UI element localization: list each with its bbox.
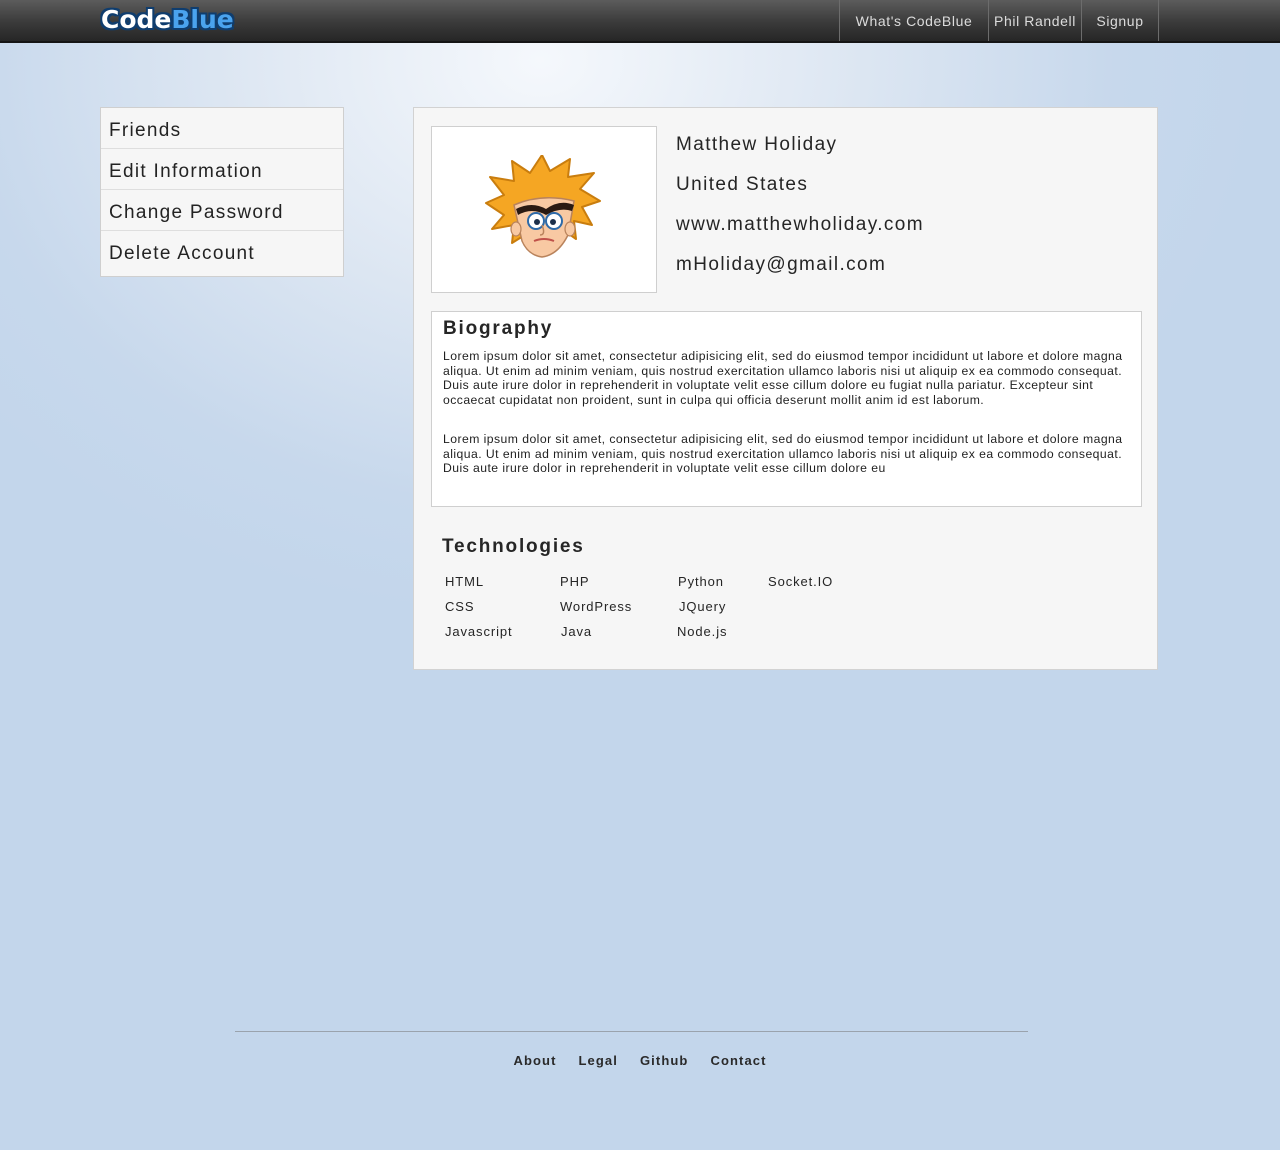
tech-item-wordpress: WordPress (560, 599, 633, 614)
profile-name: Matthew Holiday (676, 134, 838, 155)
footer-nav: About Legal Github Contact (0, 1053, 1280, 1068)
footer-link-contact[interactable]: Contact (710, 1053, 766, 1068)
sidebar-item-change-password[interactable]: Change Password (101, 190, 343, 231)
sidebar-item-friends[interactable]: Friends (101, 108, 343, 149)
profile-website[interactable]: www.matthewholiday.com (676, 214, 924, 236)
account-sidebar: Friends Edit Information Change Password… (100, 107, 344, 277)
tech-item-javascript: Javascript (445, 624, 513, 639)
nav-user-phil-randell[interactable]: Phil Randell (988, 0, 1081, 41)
profile-country: United States (676, 174, 809, 195)
tech-item-css: CSS (445, 599, 475, 614)
technologies-heading: Technologies (442, 536, 585, 557)
tech-item-jquery: JQuery (679, 599, 727, 614)
tech-item-python: Python (678, 574, 724, 589)
profile-panel: Matthew Holiday United States www.matthe… (413, 107, 1158, 670)
top-navbar: CodeBlue What's CodeBlue Phil Randell Si… (0, 0, 1280, 43)
profile-email[interactable]: mHoliday@gmail.com (676, 254, 886, 276)
codeblue-logo[interactable]: CodeBlue (101, 4, 234, 36)
logo-text-code: Code (101, 5, 172, 34)
profile-photo (431, 126, 657, 293)
footer-divider (235, 1031, 1028, 1032)
tech-item-html: HTML (445, 574, 484, 589)
tech-item-php: PHP (560, 574, 590, 589)
tech-item-nodejs: Node.js (677, 624, 728, 639)
tech-item-java: Java (561, 624, 593, 639)
sidebar-item-edit-information[interactable]: Edit Information (101, 149, 343, 190)
biography-paragraph: Lorem ipsum dolor sit amet, consectetur … (443, 349, 1123, 407)
logo-text-blue: Blue (171, 5, 234, 34)
tech-item-socketio: Socket.IO (768, 574, 834, 589)
biography-box: Biography Lorem ipsum dolor sit amet, co… (431, 311, 1142, 507)
sidebar-item-delete-account[interactable]: Delete Account (101, 231, 343, 276)
nav-whats-codeblue[interactable]: What's CodeBlue (839, 0, 988, 41)
footer-link-about[interactable]: About (513, 1053, 556, 1068)
footer-link-github[interactable]: Github (640, 1053, 688, 1068)
biography-paragraph: Lorem ipsum dolor sit amet, consectetur … (443, 432, 1123, 476)
biography-heading: Biography (443, 318, 554, 339)
cartoon-avatar-icon (485, 155, 601, 258)
footer-link-legal[interactable]: Legal (579, 1053, 618, 1068)
nav-signup[interactable]: Signup (1081, 0, 1159, 41)
top-nav: What's CodeBlue Phil Randell Signup (839, 0, 1159, 41)
